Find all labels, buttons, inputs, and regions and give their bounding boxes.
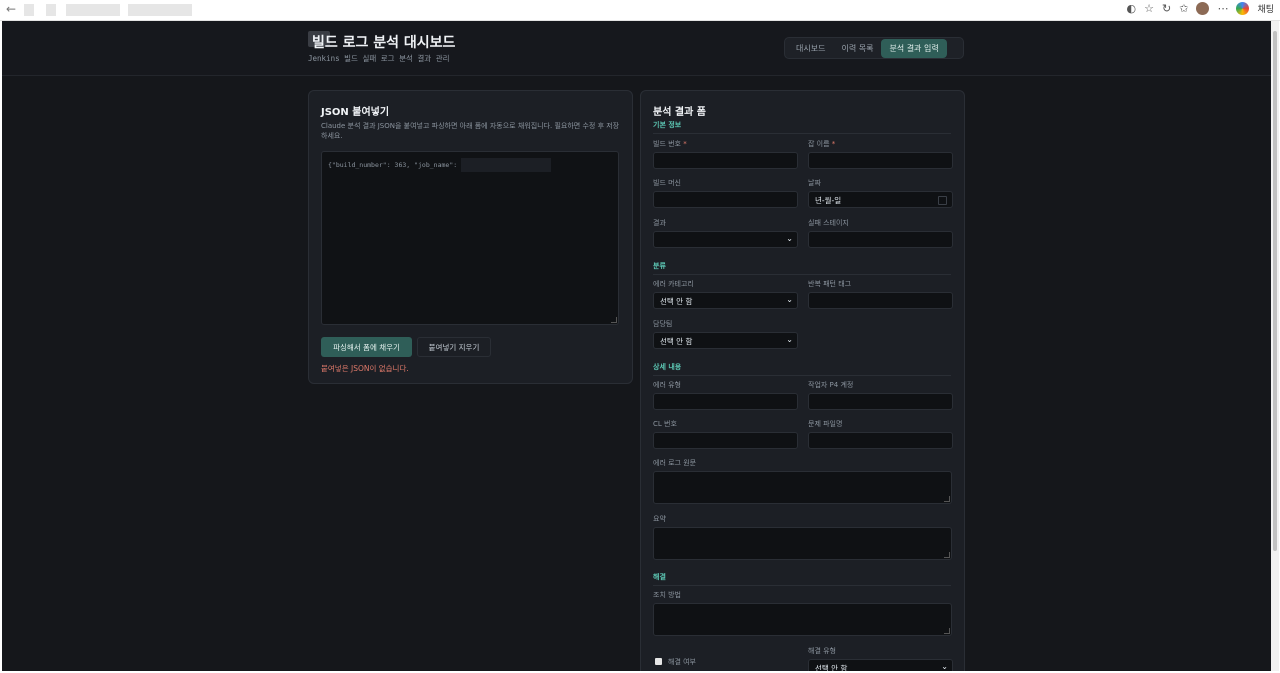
repeat-tag-input[interactable]: [808, 292, 953, 309]
label-build-number: 빌드 번호 *: [653, 140, 687, 148]
refresh-icon[interactable]: ↻: [1162, 2, 1171, 15]
main-nav: 대시보드 이력 목록 분석 결과 입력: [784, 37, 964, 59]
scrollbar-thumb[interactable]: [1273, 31, 1277, 551]
label-problem-file: 문제 파일명: [808, 420, 843, 428]
label-summary: 요약: [653, 515, 666, 523]
chevron-down-icon: ⌄: [941, 662, 948, 671]
resize-handle[interactable]: [944, 496, 950, 502]
calendar-icon[interactable]: [938, 196, 947, 205]
label-p4-account: 작업자 P4 계정: [808, 381, 854, 389]
resolution-type-select[interactable]: 선택 안 함 ⌄: [808, 659, 953, 671]
section-detail: 상세 내용: [653, 363, 682, 371]
date-input[interactable]: 년-월-일: [808, 191, 953, 208]
resize-handle[interactable]: [611, 317, 617, 323]
app-window: 빌드 로그 분석 대시보드 Jenkins 빌드 실패 로그 분석 결과 관리 …: [2, 21, 1271, 671]
json-text: {"build_number": 363, "job_name":: [328, 161, 458, 169]
cl-number-input[interactable]: [653, 432, 798, 449]
redacted-block: [461, 158, 552, 172]
clear-button[interactable]: 붙여넣기 지우기: [417, 337, 491, 357]
section-basic: 기본 정보: [653, 121, 682, 129]
build-number-input[interactable]: [653, 152, 798, 169]
back-arrow-icon[interactable]: ←: [6, 2, 16, 16]
label-failed-stage: 실패 스테이지: [808, 219, 849, 227]
card-title: JSON 붙여넣기: [321, 107, 390, 118]
label-repeat-tag: 반복 패턴 태그: [808, 280, 852, 288]
label-resolved: 해결 여부: [668, 658, 696, 666]
profile-avatar[interactable]: [1196, 2, 1210, 15]
divider: [653, 585, 951, 586]
more-icon[interactable]: ⋯: [1217, 2, 1228, 15]
error-category-select[interactable]: 선택 안 함 ⌄: [653, 292, 798, 309]
redacted-block: [46, 4, 56, 16]
section-resolution: 해결: [653, 573, 666, 581]
problem-file-input[interactable]: [808, 432, 953, 449]
label-owner: 담당팀: [653, 320, 673, 328]
tab-analysis-input[interactable]: 분석 결과 입력: [881, 38, 947, 58]
p4-account-input[interactable]: [808, 393, 953, 410]
label-action: 조치 방법: [653, 591, 681, 599]
result-select[interactable]: ⌄: [653, 231, 798, 248]
label-error-category: 에러 카테고리: [653, 280, 694, 288]
translate-icon[interactable]: ◐: [1127, 2, 1137, 15]
resize-handle[interactable]: [944, 628, 950, 634]
summary-textarea[interactable]: [653, 527, 952, 560]
error-log-textarea[interactable]: [653, 471, 952, 504]
label-job-name: 잡 이름 *: [808, 140, 836, 148]
copilot-icon[interactable]: [1236, 2, 1250, 15]
parse-button[interactable]: 파싱해서 폼에 채우기: [321, 337, 412, 357]
label-error-type: 에러 유형: [653, 381, 681, 389]
card-description: Claude 분석 결과 JSON을 붙여넣고 파싱하면 아래 폼에 자동으로 …: [321, 122, 620, 140]
browser-toolbar: ← ◐ ☆ ↻ ✩ ⋯ 채팅: [0, 0, 1280, 21]
redacted-block: [24, 4, 34, 16]
job-name-input[interactable]: [808, 152, 953, 169]
failed-stage-input[interactable]: [808, 231, 953, 248]
action-textarea[interactable]: [653, 603, 952, 636]
divider: [653, 274, 951, 275]
label-resolution-type: 해결 유형: [808, 647, 836, 655]
error-message: 붙여넣은 JSON이 없습니다.: [321, 364, 409, 373]
address-bar[interactable]: [66, 4, 120, 16]
build-machine-input[interactable]: [653, 191, 798, 208]
tab-dashboard[interactable]: 대시보드: [788, 39, 833, 58]
section-category: 분류: [653, 262, 666, 270]
star-icon[interactable]: ☆: [1144, 2, 1154, 15]
error-type-input[interactable]: [653, 393, 798, 410]
divider: [653, 375, 951, 376]
chevron-down-icon: ⌄: [786, 295, 793, 304]
redacted-block: [128, 4, 192, 16]
page-header: 빌드 로그 분석 대시보드 Jenkins 빌드 실패 로그 분석 결과 관리 …: [2, 21, 1271, 76]
page-scrollbar[interactable]: [1271, 21, 1279, 671]
card-title: 분석 결과 폼: [653, 107, 706, 118]
label-build-machine: 빌드 머신: [653, 179, 681, 187]
analysis-form-card: 분석 결과 폼 기본 정보 빌드 번호 * 잡 이름 * 빌드 머신 날짜 년-…: [640, 90, 965, 671]
label-result: 결과: [653, 219, 666, 227]
chevron-down-icon: ⌄: [786, 234, 793, 243]
resize-handle[interactable]: [944, 552, 950, 558]
chat-label[interactable]: 채팅: [1257, 2, 1274, 15]
label-error-log: 에러 로그 원문: [653, 459, 697, 467]
label-date: 날짜: [808, 179, 821, 187]
divider: [653, 133, 951, 134]
json-textarea[interactable]: {"build_number": 363, "job_name":: [321, 151, 619, 325]
json-paste-card: JSON 붙여넣기 Claude 분석 결과 JSON을 붙여넣고 파싱하면 아…: [308, 90, 633, 384]
page-subtitle: Jenkins 빌드 실패 로그 분석 결과 관리: [308, 54, 450, 63]
resolved-checkbox[interactable]: [655, 658, 662, 665]
tab-history[interactable]: 이력 목록: [833, 39, 881, 58]
owner-select[interactable]: 선택 안 함 ⌄: [653, 332, 798, 349]
favorites-icon[interactable]: ✩: [1179, 2, 1188, 15]
page-title: 빌드 로그 분석 대시보드: [312, 35, 456, 51]
label-cl-number: CL 번호: [653, 420, 677, 428]
chevron-down-icon: ⌄: [786, 335, 793, 344]
